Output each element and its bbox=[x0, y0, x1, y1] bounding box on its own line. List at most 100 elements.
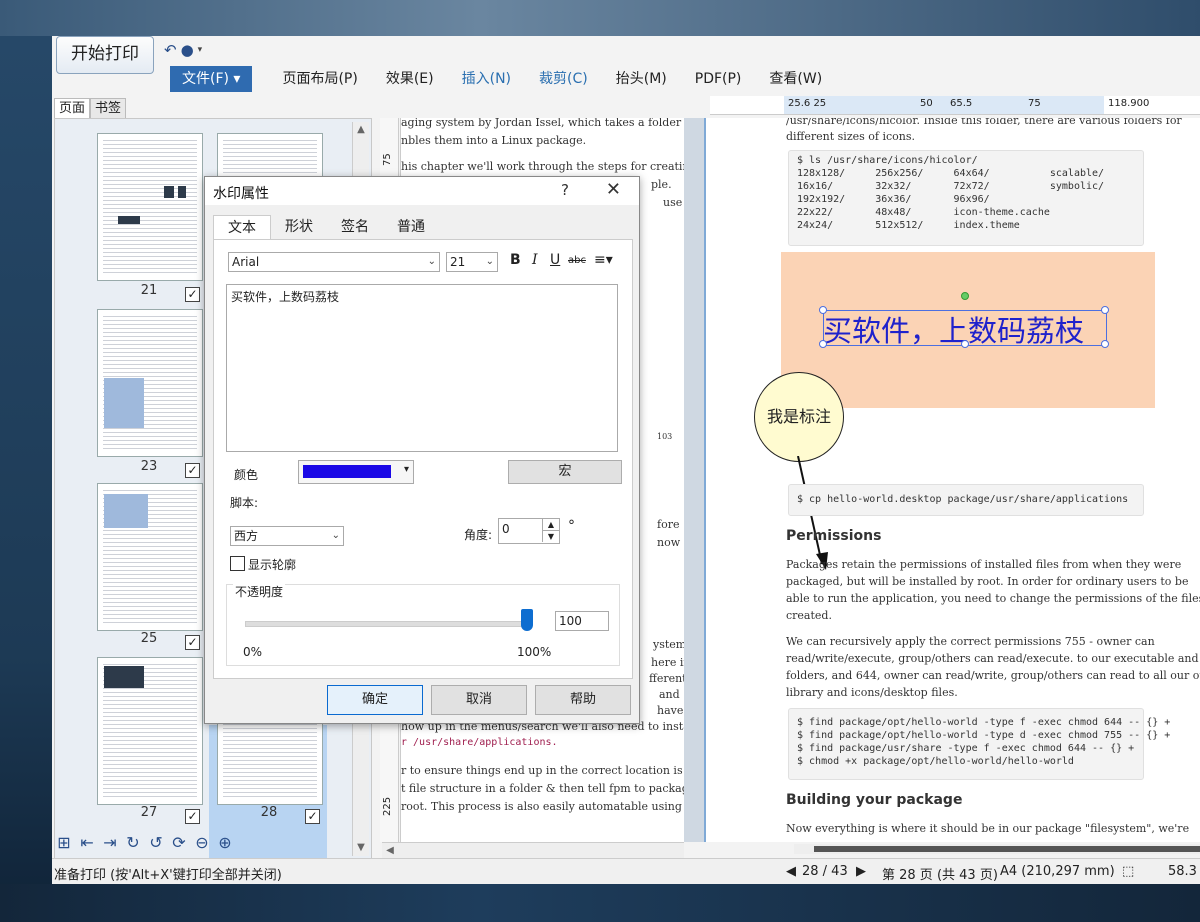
fit-page-icon[interactable]: ⬚ bbox=[1122, 864, 1134, 879]
thumb-checkbox[interactable]: ✓ bbox=[185, 809, 200, 824]
menu-page-layout[interactable]: 页面布局(P) bbox=[268, 66, 371, 92]
font-select[interactable]: Arial ⌄ bbox=[228, 252, 440, 272]
italic-button[interactable]: I bbox=[532, 252, 538, 268]
resize-handle[interactable] bbox=[961, 340, 969, 348]
doc-line: able to run the application, you need to… bbox=[786, 592, 1200, 605]
help-button[interactable]: 帮助 bbox=[535, 685, 631, 715]
tab-shape[interactable]: 形状 bbox=[271, 215, 327, 239]
globe-icon[interactable]: ● bbox=[181, 41, 194, 59]
next-page-icon[interactable]: ▶ bbox=[856, 864, 866, 879]
left-page-hscrollbar[interactable]: ◀ bbox=[382, 842, 684, 859]
page-image bbox=[104, 666, 144, 688]
menu-pdf[interactable]: PDF(P) bbox=[681, 66, 756, 92]
prev-page-icon[interactable]: ◀ bbox=[786, 864, 796, 879]
page-image bbox=[178, 186, 186, 198]
add-page-icon[interactable]: ⊞ bbox=[54, 833, 74, 852]
thumb-checkbox[interactable]: ✓ bbox=[185, 287, 200, 302]
rotate-ccw-icon[interactable]: ↺ bbox=[146, 833, 166, 852]
thumbnail-page[interactable] bbox=[97, 133, 203, 281]
bold-button[interactable]: B bbox=[510, 252, 521, 268]
code-line: $ find package/opt/hello-world -type f -… bbox=[797, 717, 1171, 728]
paper-size: A4 (210,297 mm) bbox=[1000, 864, 1115, 879]
show-outline-checkbox[interactable] bbox=[230, 556, 245, 571]
menu-view[interactable]: 查看(W) bbox=[755, 66, 836, 92]
thumbnail-page[interactable] bbox=[97, 657, 203, 805]
resize-handle[interactable] bbox=[819, 306, 827, 314]
angle-input[interactable]: 0 ▲ ▼ bbox=[498, 518, 560, 544]
thumb-checkbox[interactable]: ✓ bbox=[185, 463, 200, 478]
start-print-button[interactable]: 开始打印 bbox=[56, 36, 154, 74]
opacity-input[interactable]: 100 bbox=[555, 611, 609, 631]
rotate-handle[interactable] bbox=[961, 292, 969, 300]
rotate-cw-icon[interactable]: ↻ bbox=[123, 833, 143, 852]
doc-line: folders, and 644, owner can read/write, … bbox=[786, 669, 1200, 682]
page-nav: 28 / 43 bbox=[802, 864, 848, 879]
tab-general[interactable]: 普通 bbox=[383, 215, 439, 239]
code-block-ls: $ ls /usr/share/icons/hicolor/ 128x128/ … bbox=[788, 150, 1144, 246]
menu-file[interactable]: 文件(F) ▾ bbox=[170, 66, 253, 92]
undo-icon[interactable]: ↶ bbox=[164, 41, 177, 59]
watermark-area[interactable]: 买软件，上数码荔枝 bbox=[781, 252, 1155, 408]
doc-line: library and icons/desktop files. bbox=[786, 686, 958, 699]
doc-line: have bbox=[657, 704, 684, 717]
tab-bookmarks[interactable]: 书签 bbox=[90, 98, 127, 118]
align-icon[interactable]: ≡▾ bbox=[594, 252, 613, 268]
tab-signature[interactable]: 签名 bbox=[327, 215, 383, 239]
insert-before-icon[interactable]: ⇤ bbox=[77, 833, 97, 852]
help-icon[interactable]: ? bbox=[561, 181, 569, 199]
page-hscrollbar[interactable] bbox=[794, 844, 1200, 854]
close-icon[interactable]: ✕ bbox=[606, 179, 621, 200]
underline-button[interactable]: U bbox=[550, 252, 560, 268]
show-outline-label: 显示轮廓 bbox=[248, 558, 297, 572]
refresh-icon[interactable]: ⟳ bbox=[169, 833, 189, 852]
status-bar: 准备打印 (按'Alt+X'键打印全部并关闭) ◀ 28 / 43 ▶ 第 28… bbox=[52, 858, 1200, 884]
resize-handle[interactable] bbox=[819, 340, 827, 348]
spin-down-icon[interactable]: ▼ bbox=[542, 531, 559, 542]
scroll-left-icon[interactable]: ◀ bbox=[382, 845, 398, 856]
cancel-button[interactable]: 取消 bbox=[431, 685, 527, 715]
scroll-down-icon[interactable]: ▼ bbox=[353, 842, 369, 853]
thumbnail-page[interactable] bbox=[97, 483, 203, 631]
menu-effects[interactable]: 效果(E) bbox=[372, 66, 448, 92]
strikethrough-button[interactable]: abc bbox=[568, 255, 586, 266]
opacity-slider-thumb[interactable] bbox=[521, 609, 533, 631]
ruler-label: 50 bbox=[920, 98, 933, 109]
insert-after-icon[interactable]: ⇥ bbox=[100, 833, 120, 852]
desktop-background-bottom bbox=[0, 884, 1200, 922]
resize-handle[interactable] bbox=[1101, 306, 1109, 314]
doc-line: his chapter we'll work through the steps… bbox=[401, 160, 685, 173]
scroll-up-icon[interactable]: ▲ bbox=[353, 124, 369, 135]
doc-line: We can recursively apply the correct per… bbox=[786, 635, 1155, 648]
zoom-out-icon[interactable]: ⊖ bbox=[192, 833, 212, 852]
menu-insert[interactable]: 插入(N) bbox=[448, 66, 525, 92]
annotation-callout[interactable]: 我是标注 bbox=[754, 372, 844, 462]
chevron-down-icon: ⌄ bbox=[427, 256, 436, 267]
resize-handle[interactable] bbox=[1101, 340, 1109, 348]
chevron-down-icon[interactable]: ▾ bbox=[198, 45, 203, 55]
ruler-label: 25.6 25 bbox=[788, 98, 827, 109]
ok-button[interactable]: 确定 bbox=[327, 685, 423, 715]
current-page-preview: /usr/share/icons/hicolor. Inside this fo… bbox=[704, 118, 1200, 842]
color-picker[interactable]: ▾ bbox=[298, 460, 414, 484]
heading-building: Building your package bbox=[786, 792, 963, 808]
thumbnail-page[interactable] bbox=[97, 309, 203, 457]
thumb-checkbox[interactable]: ✓ bbox=[305, 809, 320, 824]
font-size-select[interactable]: 21 ⌄ bbox=[446, 252, 498, 272]
menu-header[interactable]: 抬头(M) bbox=[602, 66, 681, 92]
script-select[interactable]: 西方 ⌄ bbox=[230, 526, 344, 546]
tab-text[interactable]: 文本 bbox=[213, 215, 271, 239]
dialog-titlebar: 水印属性 ? ✕ bbox=[205, 177, 639, 205]
menu-crop[interactable]: 裁剪(C) bbox=[525, 66, 602, 92]
opacity-slider-track[interactable] bbox=[245, 621, 529, 627]
ruler-label: 75 bbox=[1028, 98, 1041, 109]
scrollbar-thumb[interactable] bbox=[814, 846, 1200, 852]
tab-pages[interactable]: 页面 bbox=[54, 98, 91, 118]
ruler-label: 118.900 bbox=[1108, 98, 1150, 109]
thumb-checkbox[interactable]: ✓ bbox=[185, 635, 200, 650]
watermark-text-input[interactable]: 买软件，上数码荔枝 bbox=[226, 284, 618, 452]
doc-line: fferent bbox=[649, 672, 685, 685]
spin-up-icon[interactable]: ▲ bbox=[542, 519, 559, 531]
zoom-in-icon[interactable]: ⊕ bbox=[215, 833, 235, 852]
page-image bbox=[118, 216, 140, 224]
macro-button[interactable]: 宏 bbox=[508, 460, 622, 484]
